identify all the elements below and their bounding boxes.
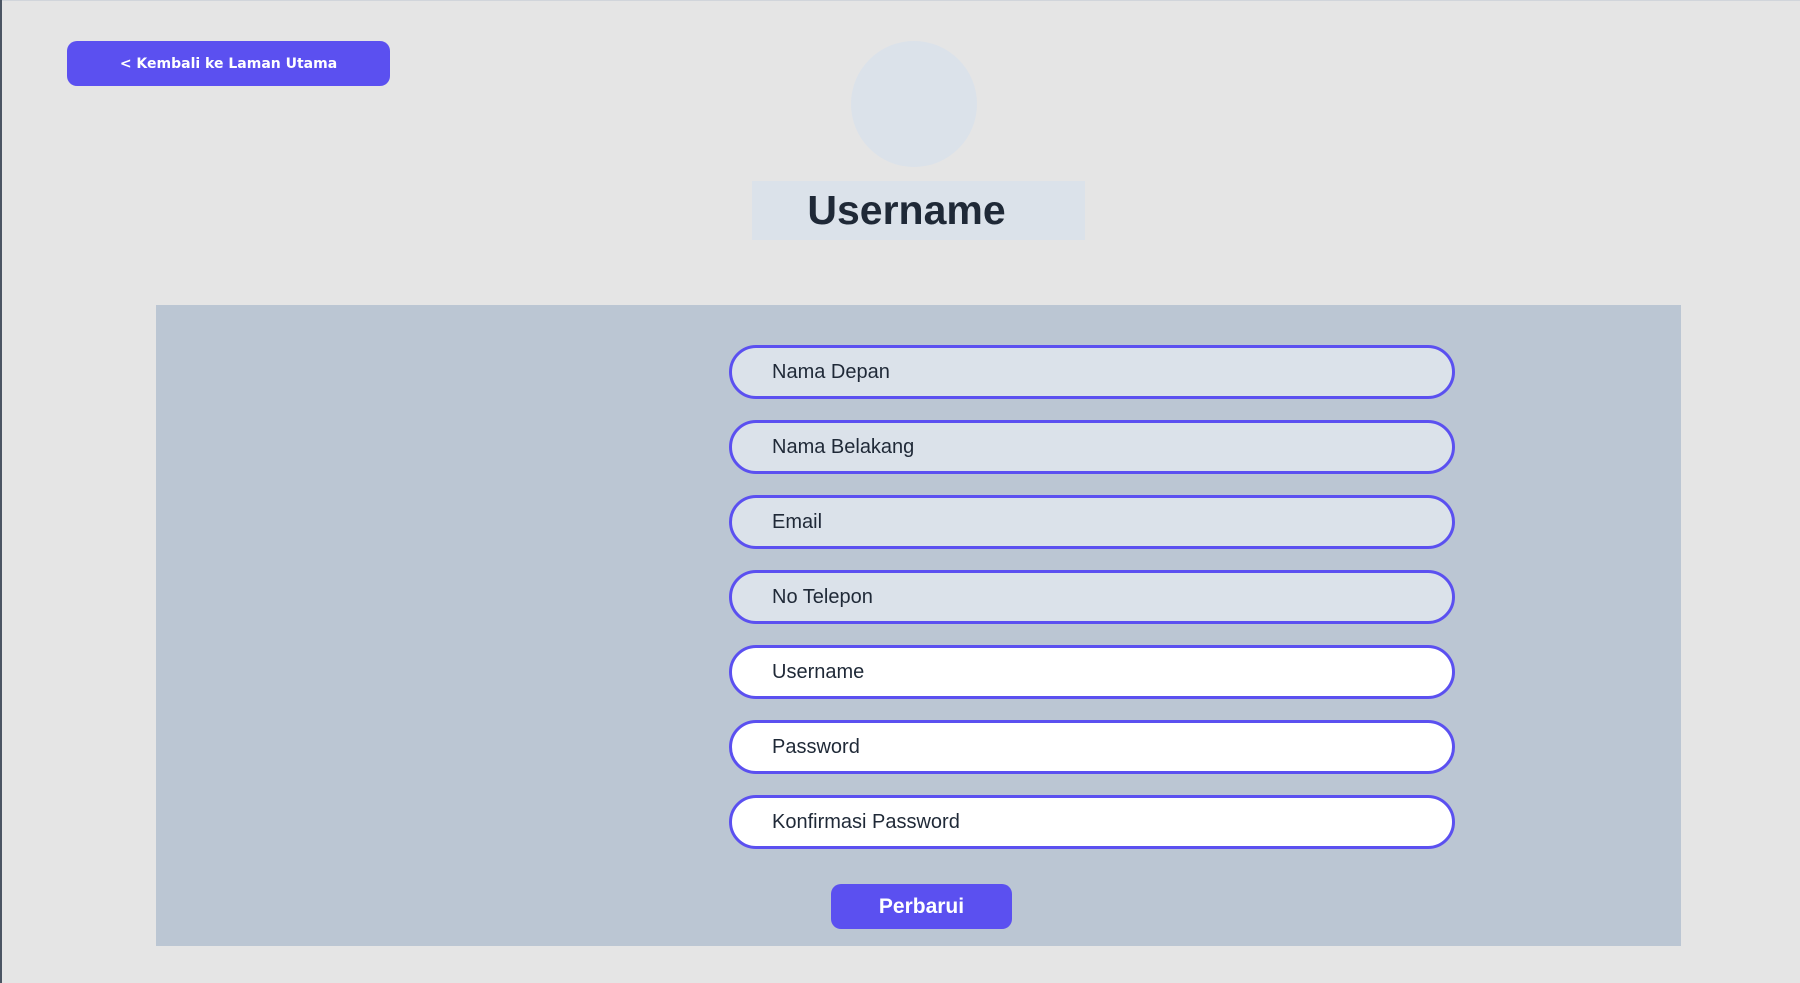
last-name-field[interactable] <box>729 420 1455 474</box>
email-field[interactable] <box>729 495 1455 549</box>
first-name-field[interactable] <box>729 345 1455 399</box>
avatar <box>851 41 977 167</box>
password-field[interactable] <box>729 720 1455 774</box>
update-button[interactable]: Perbarui <box>831 884 1012 929</box>
window-left-edge <box>0 0 2 983</box>
back-to-home-button[interactable]: < Kembali ke Laman Utama <box>67 41 390 86</box>
window-top-edge <box>0 0 1800 1</box>
confirm-password-field[interactable] <box>729 795 1455 849</box>
username-field[interactable] <box>729 645 1455 699</box>
profile-form-panel <box>156 305 1681 946</box>
page-title: Username <box>752 181 1085 240</box>
phone-field[interactable] <box>729 570 1455 624</box>
